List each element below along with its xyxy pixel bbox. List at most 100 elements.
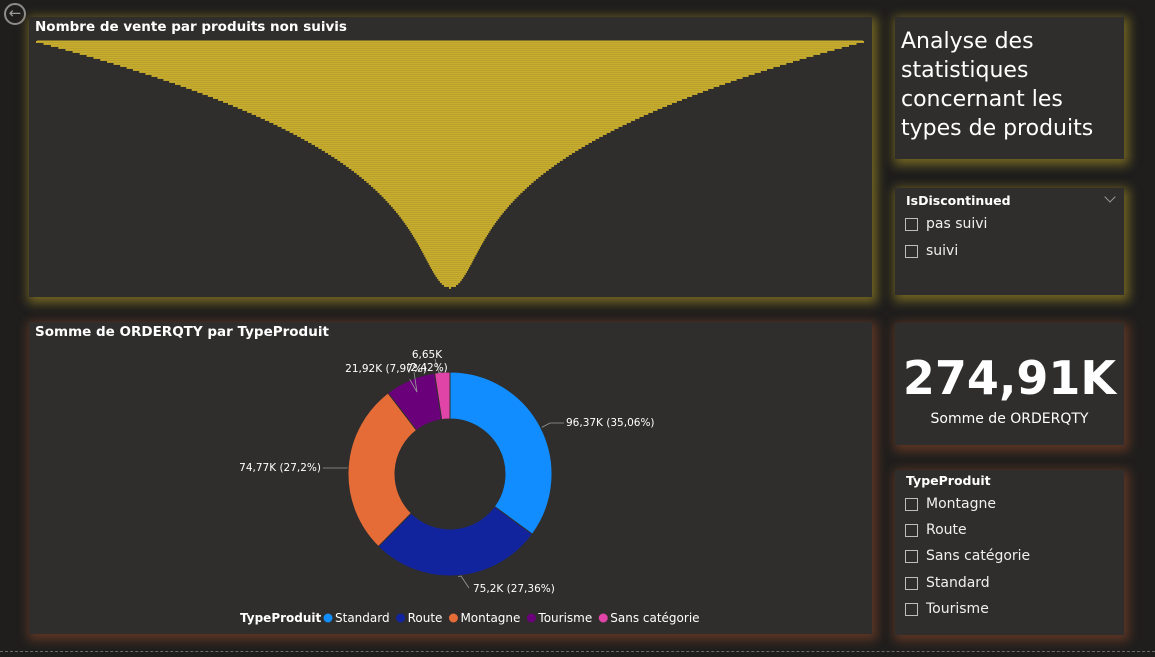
funnel-bar xyxy=(100,59,800,61)
legend-item: Standard xyxy=(335,611,390,625)
funnel-bar xyxy=(356,173,544,175)
funnel-bar xyxy=(364,179,536,181)
funnel-bar xyxy=(260,117,640,119)
funnel-bar xyxy=(343,163,557,165)
checkbox[interactable] xyxy=(905,549,918,563)
funnel-bar xyxy=(145,73,755,75)
checkbox[interactable] xyxy=(905,602,918,616)
slicer-option[interactable]: Sans catégorie xyxy=(905,546,1030,566)
funnel-bar xyxy=(441,283,459,285)
donut-chart: 96,37K (35,06%) 75,2K (27,36%) 74,77K (27,… xyxy=(239,349,699,625)
leader-line xyxy=(541,422,564,428)
funnel-bar xyxy=(58,47,842,49)
kpi-card[interactable]: 274,91K Somme de ORDERQTY xyxy=(895,323,1124,445)
funnel-bar xyxy=(381,195,519,197)
slicer-option[interactable]: suivi xyxy=(905,241,958,261)
funnel-bar xyxy=(375,189,525,191)
funnel-bar xyxy=(427,261,473,263)
checkbox[interactable] xyxy=(905,576,918,590)
slicer-isdiscontinued[interactable]: IsDiscontinued pas suivi suivi xyxy=(895,188,1124,295)
funnel-bar xyxy=(180,85,720,87)
slicer-option[interactable]: Tourisme xyxy=(905,599,989,619)
funnel-bar xyxy=(337,159,563,161)
legend-item: Montagne xyxy=(460,611,520,625)
funnel-bar xyxy=(387,201,513,203)
funnel-bar xyxy=(397,213,503,215)
funnel-bar xyxy=(390,205,509,207)
slicer-option[interactable]: pas suivi xyxy=(905,214,987,234)
title-card: Analyse des statistiques concernant les … xyxy=(895,17,1124,159)
funnel-bar xyxy=(311,143,589,145)
funnel-bar xyxy=(191,89,709,91)
data-label: 6,65K (2,42%) xyxy=(406,349,448,374)
funnel-bar xyxy=(379,193,521,195)
funnel-bar xyxy=(432,269,469,271)
kpi-value: 274,91K xyxy=(902,351,1117,405)
funnel-bar xyxy=(394,209,506,211)
funnel-visual[interactable]: Nombre de vente par produits non suivis xyxy=(29,17,872,297)
funnel-bar xyxy=(389,203,511,205)
funnel-bar xyxy=(405,223,495,225)
funnel-bar xyxy=(385,199,515,201)
funnel-bar xyxy=(315,145,586,147)
donut-visual[interactable]: Somme de ORDERQTY par TypeProduit 96,37K… xyxy=(29,322,872,634)
slicer-title: TypeProduit xyxy=(906,473,991,488)
funnel-bar xyxy=(409,229,491,231)
funnel-bar xyxy=(107,61,793,63)
chevron-down-icon[interactable] xyxy=(1104,191,1116,203)
slicer-title: IsDiscontinued xyxy=(906,193,1011,208)
funnel-bar xyxy=(334,157,566,159)
legend-title: TypeProduit xyxy=(240,611,322,625)
funnel-bar xyxy=(351,169,549,171)
funnel-bar xyxy=(126,67,774,69)
funnel-bar xyxy=(139,71,761,73)
funnel-bar xyxy=(321,149,579,151)
funnel-bar xyxy=(348,167,552,169)
funnel-bar xyxy=(403,221,497,223)
funnel-bar xyxy=(72,51,828,53)
funnel-bar xyxy=(207,95,693,97)
kpi-label: Somme de ORDERQTY xyxy=(930,411,1089,427)
funnel-bar xyxy=(402,219,498,221)
funnel-bar xyxy=(331,155,569,157)
funnel-bar xyxy=(439,281,461,283)
funnel-bar xyxy=(36,41,864,43)
funnel-bar xyxy=(361,177,539,179)
funnel-bar xyxy=(324,151,576,153)
legend-marker xyxy=(598,613,608,623)
funnel-bar xyxy=(247,111,653,113)
funnel-bar xyxy=(79,53,821,55)
funnel-bar xyxy=(371,185,529,187)
checkbox[interactable] xyxy=(905,244,918,258)
funnel-bar xyxy=(419,245,481,247)
checkbox[interactable] xyxy=(905,217,918,231)
funnel-bar xyxy=(416,241,484,243)
slicer-typeproduit[interactable]: TypeProduit Montagne Route Sans catégori… xyxy=(895,470,1124,635)
legend-item: Route xyxy=(408,611,443,625)
funnel-bar xyxy=(426,259,474,261)
funnel-bar xyxy=(423,253,477,255)
funnel-bar xyxy=(400,217,500,219)
funnel-bar xyxy=(251,113,649,115)
funnel-bar xyxy=(277,125,623,127)
funnel-bar xyxy=(197,91,703,93)
slicer-option[interactable]: Route xyxy=(905,520,967,540)
funnel-bar xyxy=(281,127,619,129)
funnel-bar xyxy=(399,215,501,217)
leader-line xyxy=(323,467,348,469)
funnel-bar xyxy=(410,231,490,233)
checkbox[interactable] xyxy=(905,523,918,537)
funnel-bar xyxy=(368,183,532,185)
report-title: Analyse des statistiques concernant les … xyxy=(901,29,1094,141)
funnel-bar xyxy=(186,87,714,89)
funnel-bar xyxy=(396,211,504,213)
checkbox[interactable] xyxy=(905,497,918,511)
leader-line xyxy=(458,575,470,589)
arrow-left-icon: ← xyxy=(8,4,22,22)
slicer-option[interactable]: Standard xyxy=(905,573,990,593)
funnel-bar xyxy=(383,197,517,199)
slicer-option[interactable]: Montagne xyxy=(905,494,996,514)
funnel-bar xyxy=(422,251,478,253)
funnel-bar xyxy=(169,81,731,83)
back-button[interactable]: ← xyxy=(4,3,26,25)
